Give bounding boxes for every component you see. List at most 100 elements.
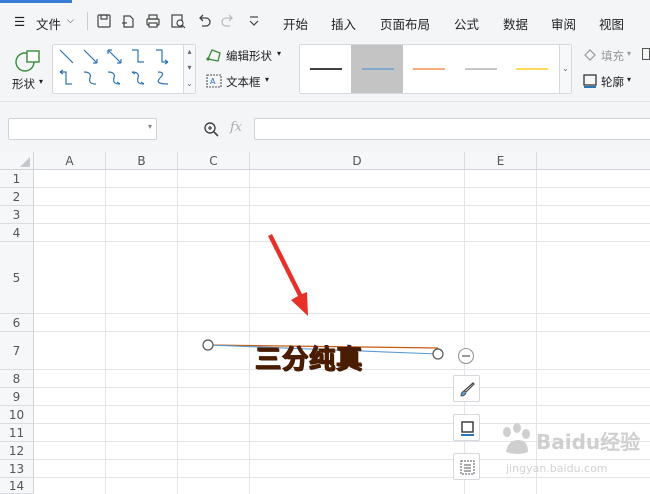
- column-header-b[interactable]: B: [106, 152, 178, 170]
- gridline: [34, 387, 650, 388]
- row-header-9[interactable]: 9: [0, 388, 34, 406]
- row-header-4[interactable]: 4: [0, 224, 34, 242]
- row-header-5[interactable]: 5: [0, 242, 34, 314]
- shape-dropdown-chevron-icon[interactable]: ▾: [39, 77, 43, 86]
- baidu-paw-logo-icon: [503, 423, 530, 454]
- print-icon[interactable]: [145, 13, 161, 29]
- row-header-3[interactable]: 3: [0, 206, 34, 224]
- row-header-1[interactable]: 1: [0, 170, 34, 188]
- outline-icon: [461, 421, 474, 436]
- gridline: [105, 170, 106, 494]
- formula-input[interactable]: [254, 118, 650, 140]
- outline-button[interactable]: 轮廓: [601, 74, 624, 90]
- select-all-icon: [20, 157, 30, 167]
- column-header-e[interactable]: E: [465, 152, 537, 170]
- undo-icon[interactable]: [196, 13, 212, 29]
- row-header-11[interactable]: 11: [0, 424, 34, 442]
- shape-outline-button[interactable]: [453, 414, 480, 441]
- edit-shape-icon[interactable]: [205, 47, 223, 63]
- baidu-watermark: Baidu经验 jingyan.baidu.com: [498, 418, 648, 488]
- print-preview-icon[interactable]: [170, 13, 186, 29]
- gallery-expand-icon[interactable]: ⌄: [183, 77, 195, 93]
- edit-shape-button[interactable]: 编辑形状: [226, 48, 272, 64]
- gallery-scroll-down-icon[interactable]: ▾: [183, 61, 195, 77]
- active-accent: [0, 0, 72, 3]
- zoom-search-icon[interactable]: [202, 120, 220, 138]
- row-header-10[interactable]: 10: [0, 406, 34, 424]
- collapse-toolbar-icon[interactable]: [457, 347, 475, 365]
- name-box-chevron-icon[interactable]: ▾: [148, 122, 152, 131]
- fill-button[interactable]: 填充: [601, 48, 624, 64]
- column-header-blank: [537, 152, 650, 170]
- tab-data[interactable]: 数据: [503, 14, 528, 33]
- edit-shape-chevron-icon[interactable]: ▾: [277, 49, 281, 58]
- gridline: [34, 223, 650, 224]
- customize-quick-access-icon[interactable]: [247, 13, 261, 29]
- text-box-button[interactable]: 文本框: [226, 74, 261, 90]
- ribbon: 形状 ▾ ▴ ▾ ⌄ 编辑形状 ▾ A 文本框 ▾ ⌄ 填充 ▾ 轮廓 ▾: [0, 42, 650, 102]
- file-menu[interactable]: 文件: [36, 14, 61, 33]
- tab-formulas[interactable]: 公式: [454, 14, 479, 33]
- row-header-13[interactable]: 13: [0, 460, 34, 478]
- fill-chevron-icon[interactable]: ▾: [627, 49, 631, 58]
- select-all-corner[interactable]: [0, 152, 34, 170]
- gridline: [249, 170, 250, 494]
- brush-icon: [460, 382, 475, 397]
- tab-view[interactable]: 视图: [599, 14, 624, 33]
- row-header-8[interactable]: 8: [0, 370, 34, 388]
- line-style-gallery[interactable]: ⌄: [299, 44, 572, 94]
- redo-icon[interactable]: [220, 13, 236, 29]
- shape-style-button[interactable]: [453, 375, 480, 402]
- column-header-a[interactable]: A: [34, 152, 106, 170]
- row-header-6[interactable]: 6: [0, 314, 34, 332]
- gridline: [34, 313, 650, 314]
- gridline: [34, 405, 650, 406]
- gridline: [34, 205, 650, 206]
- watermark-brand: Baidu经验: [536, 430, 641, 454]
- layout-options-button[interactable]: [453, 453, 480, 480]
- layout-options-icon: [460, 460, 475, 475]
- wordart-text[interactable]: 三分纯真: [254, 339, 363, 376]
- row-header-14[interactable]: 14: [0, 478, 34, 494]
- tab-review[interactable]: 审阅: [551, 14, 576, 33]
- tab-insert[interactable]: 插入: [331, 14, 356, 33]
- name-box[interactable]: ▾: [8, 118, 157, 140]
- row-header-2[interactable]: 2: [0, 188, 34, 206]
- gridline: [34, 241, 650, 242]
- gallery-scroll-up-icon[interactable]: ▴: [183, 45, 195, 61]
- fill-icon[interactable]: [582, 47, 598, 63]
- chevron-down-icon[interactable]: ⌵: [67, 16, 74, 26]
- hamburger-icon[interactable]: ☰: [14, 14, 25, 29]
- column-header-d[interactable]: D: [250, 152, 465, 170]
- annotation-arrow: [268, 234, 308, 316]
- line-shapes-gallery[interactable]: ▴ ▾ ⌄: [52, 44, 196, 94]
- line-style-expand-icon[interactable]: ⌄: [559, 45, 571, 93]
- ribbon-overflow-icon[interactable]: [642, 48, 650, 60]
- gridline: [34, 331, 650, 332]
- tab-home[interactable]: 开始: [283, 14, 308, 33]
- line-style-swatches[interactable]: [300, 45, 560, 93]
- line-end-handle[interactable]: [432, 348, 444, 360]
- save-icon[interactable]: [96, 13, 112, 29]
- watermark-url: jingyan.baidu.com: [506, 462, 608, 475]
- export-icon[interactable]: [120, 13, 136, 29]
- svg-text:A: A: [210, 77, 216, 86]
- separator: [87, 12, 88, 30]
- outline-chevron-icon[interactable]: ▾: [627, 75, 631, 84]
- gridline: [34, 187, 650, 188]
- tab-page-layout[interactable]: 页面布局: [380, 14, 430, 33]
- shape-icon[interactable]: [14, 48, 42, 74]
- row-header-7[interactable]: 7: [0, 332, 34, 370]
- text-box-chevron-icon[interactable]: ▾: [265, 75, 269, 84]
- line-start-handle[interactable]: [202, 339, 214, 351]
- fx-label[interactable]: fx: [230, 120, 242, 135]
- column-header-c[interactable]: C: [178, 152, 250, 170]
- gridline: [464, 170, 465, 494]
- gridline: [177, 170, 178, 494]
- menu-bar: ☰ 文件 ⌵ 开始 插入 页面布局 公式 数据 审阅 视图: [0, 0, 650, 42]
- shape-button[interactable]: 形状: [12, 76, 35, 92]
- connector-shapes[interactable]: [55, 47, 183, 91]
- row-header-12[interactable]: 12: [0, 442, 34, 460]
- text-box-icon[interactable]: A: [205, 73, 223, 89]
- outline-icon[interactable]: [582, 73, 598, 89]
